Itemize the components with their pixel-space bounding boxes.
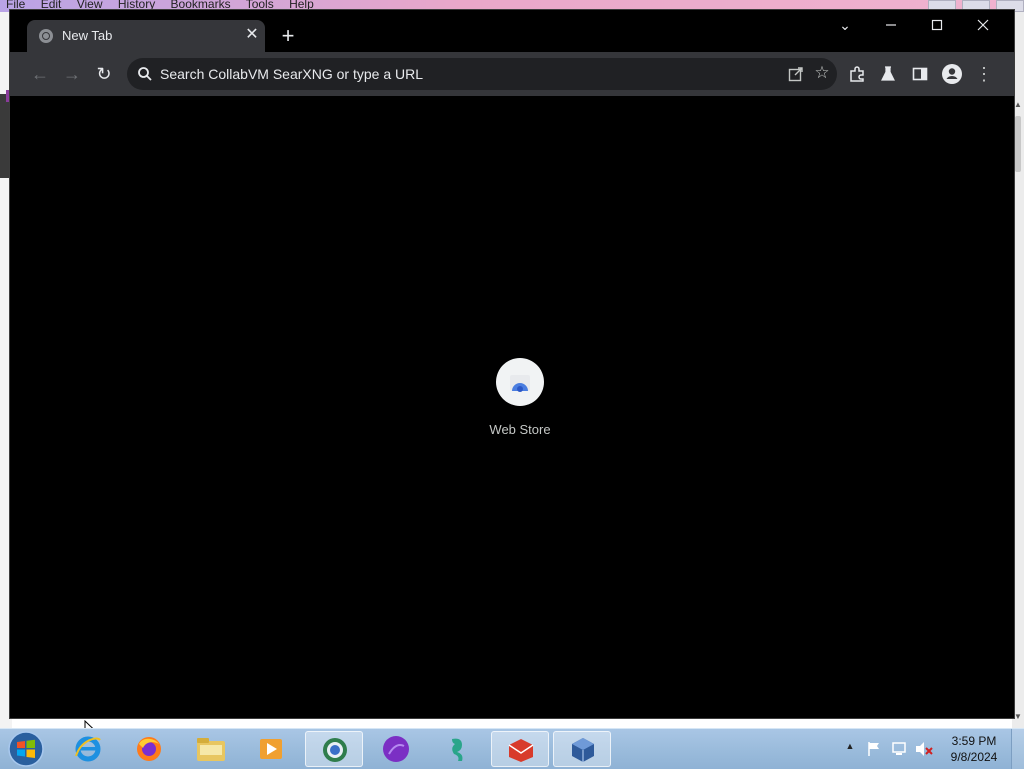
back-button[interactable]: ←: [28, 62, 52, 86]
folder-icon: [197, 738, 225, 761]
labs-flask-icon[interactable]: [876, 62, 900, 86]
taskbar-media-player[interactable]: [242, 731, 300, 767]
browser-toolbar: ← → ↻ ☆: [10, 52, 1014, 96]
taskbar-seahorse-app[interactable]: [428, 731, 486, 767]
purple-orb-icon: [383, 736, 409, 762]
taskbar-firefox[interactable]: [120, 731, 178, 767]
tab-title: New Tab: [62, 28, 113, 43]
tray-expand-arrow-icon[interactable]: ▲: [844, 741, 856, 755]
search-icon: [138, 67, 152, 81]
virtualbox-icon: [572, 738, 594, 762]
share-icon[interactable]: [787, 65, 805, 83]
taskbar-red-app[interactable]: [491, 731, 549, 767]
forward-button[interactable]: →: [60, 62, 84, 86]
reload-button[interactable]: ↻: [92, 62, 116, 86]
shortcut-label: Web Store: [489, 422, 551, 437]
tab-new-tab[interactable]: New Tab ✕: [27, 20, 265, 52]
taskbar-chrome[interactable]: [305, 731, 363, 767]
taskbar-purple-app[interactable]: [367, 731, 425, 767]
start-button[interactable]: [6, 730, 46, 768]
chrome-window: New Tab ✕ + ⌄ ← → ↻ ☆: [10, 10, 1014, 740]
scroll-down-arrow-icon[interactable]: ▼: [1014, 712, 1022, 721]
taskbar-virtualbox[interactable]: [553, 731, 611, 767]
clock-date: 9/8/2024: [950, 750, 998, 764]
bookmark-star-icon[interactable]: ☆: [812, 63, 832, 83]
side-panel-icon[interactable]: [908, 62, 932, 86]
taskbar: ▲ 3:59 PM 9/8/2024: [0, 728, 1024, 769]
maximize-button[interactable]: [917, 13, 957, 37]
clock-time: 3:59 PM: [951, 734, 997, 748]
internet-explorer-icon: [75, 736, 101, 762]
profile-avatar-icon[interactable]: [940, 62, 964, 86]
volume-muted-icon[interactable]: [914, 740, 934, 758]
seahorse-icon: [452, 738, 463, 761]
chrome-icon: [323, 738, 347, 762]
scroll-up-arrow-icon[interactable]: ▲: [1014, 100, 1022, 109]
shortcut-web-store[interactable]: Web Store: [470, 358, 570, 448]
close-window-button[interactable]: [963, 13, 1003, 37]
address-bar[interactable]: ☆: [127, 58, 837, 90]
red-app-icon: [508, 739, 534, 762]
show-desktop-button[interactable]: [1011, 729, 1024, 769]
firefox-icon: [137, 737, 161, 761]
address-input[interactable]: [160, 64, 760, 84]
chrome-web-store-icon: [510, 375, 530, 392]
tab-strip: New Tab ✕ + ⌄: [10, 10, 1014, 52]
tab-search-chevron-down-icon[interactable]: ⌄: [825, 13, 865, 37]
taskbar-file-explorer[interactable]: [181, 731, 239, 767]
new-tab-page: Web Store: [18, 96, 1006, 740]
taskbar-internet-explorer[interactable]: [59, 731, 117, 767]
minimize-button[interactable]: [871, 13, 911, 37]
shortcut-tile[interactable]: [496, 358, 544, 406]
extensions-puzzle-icon[interactable]: [845, 62, 869, 86]
scroll-thumb[interactable]: [1015, 116, 1021, 172]
media-player-icon: [260, 739, 282, 759]
new-tab-button[interactable]: +: [276, 24, 300, 48]
system-clock[interactable]: 3:59 PM 9/8/2024: [942, 733, 1006, 767]
globe-icon: [39, 29, 53, 43]
action-center-flag-icon[interactable]: [865, 740, 883, 758]
network-icon[interactable]: [890, 740, 908, 758]
chrome-menu-kebab-icon[interactable]: ⋮: [972, 62, 996, 86]
tab-close-icon[interactable]: ✕: [243, 25, 261, 45]
